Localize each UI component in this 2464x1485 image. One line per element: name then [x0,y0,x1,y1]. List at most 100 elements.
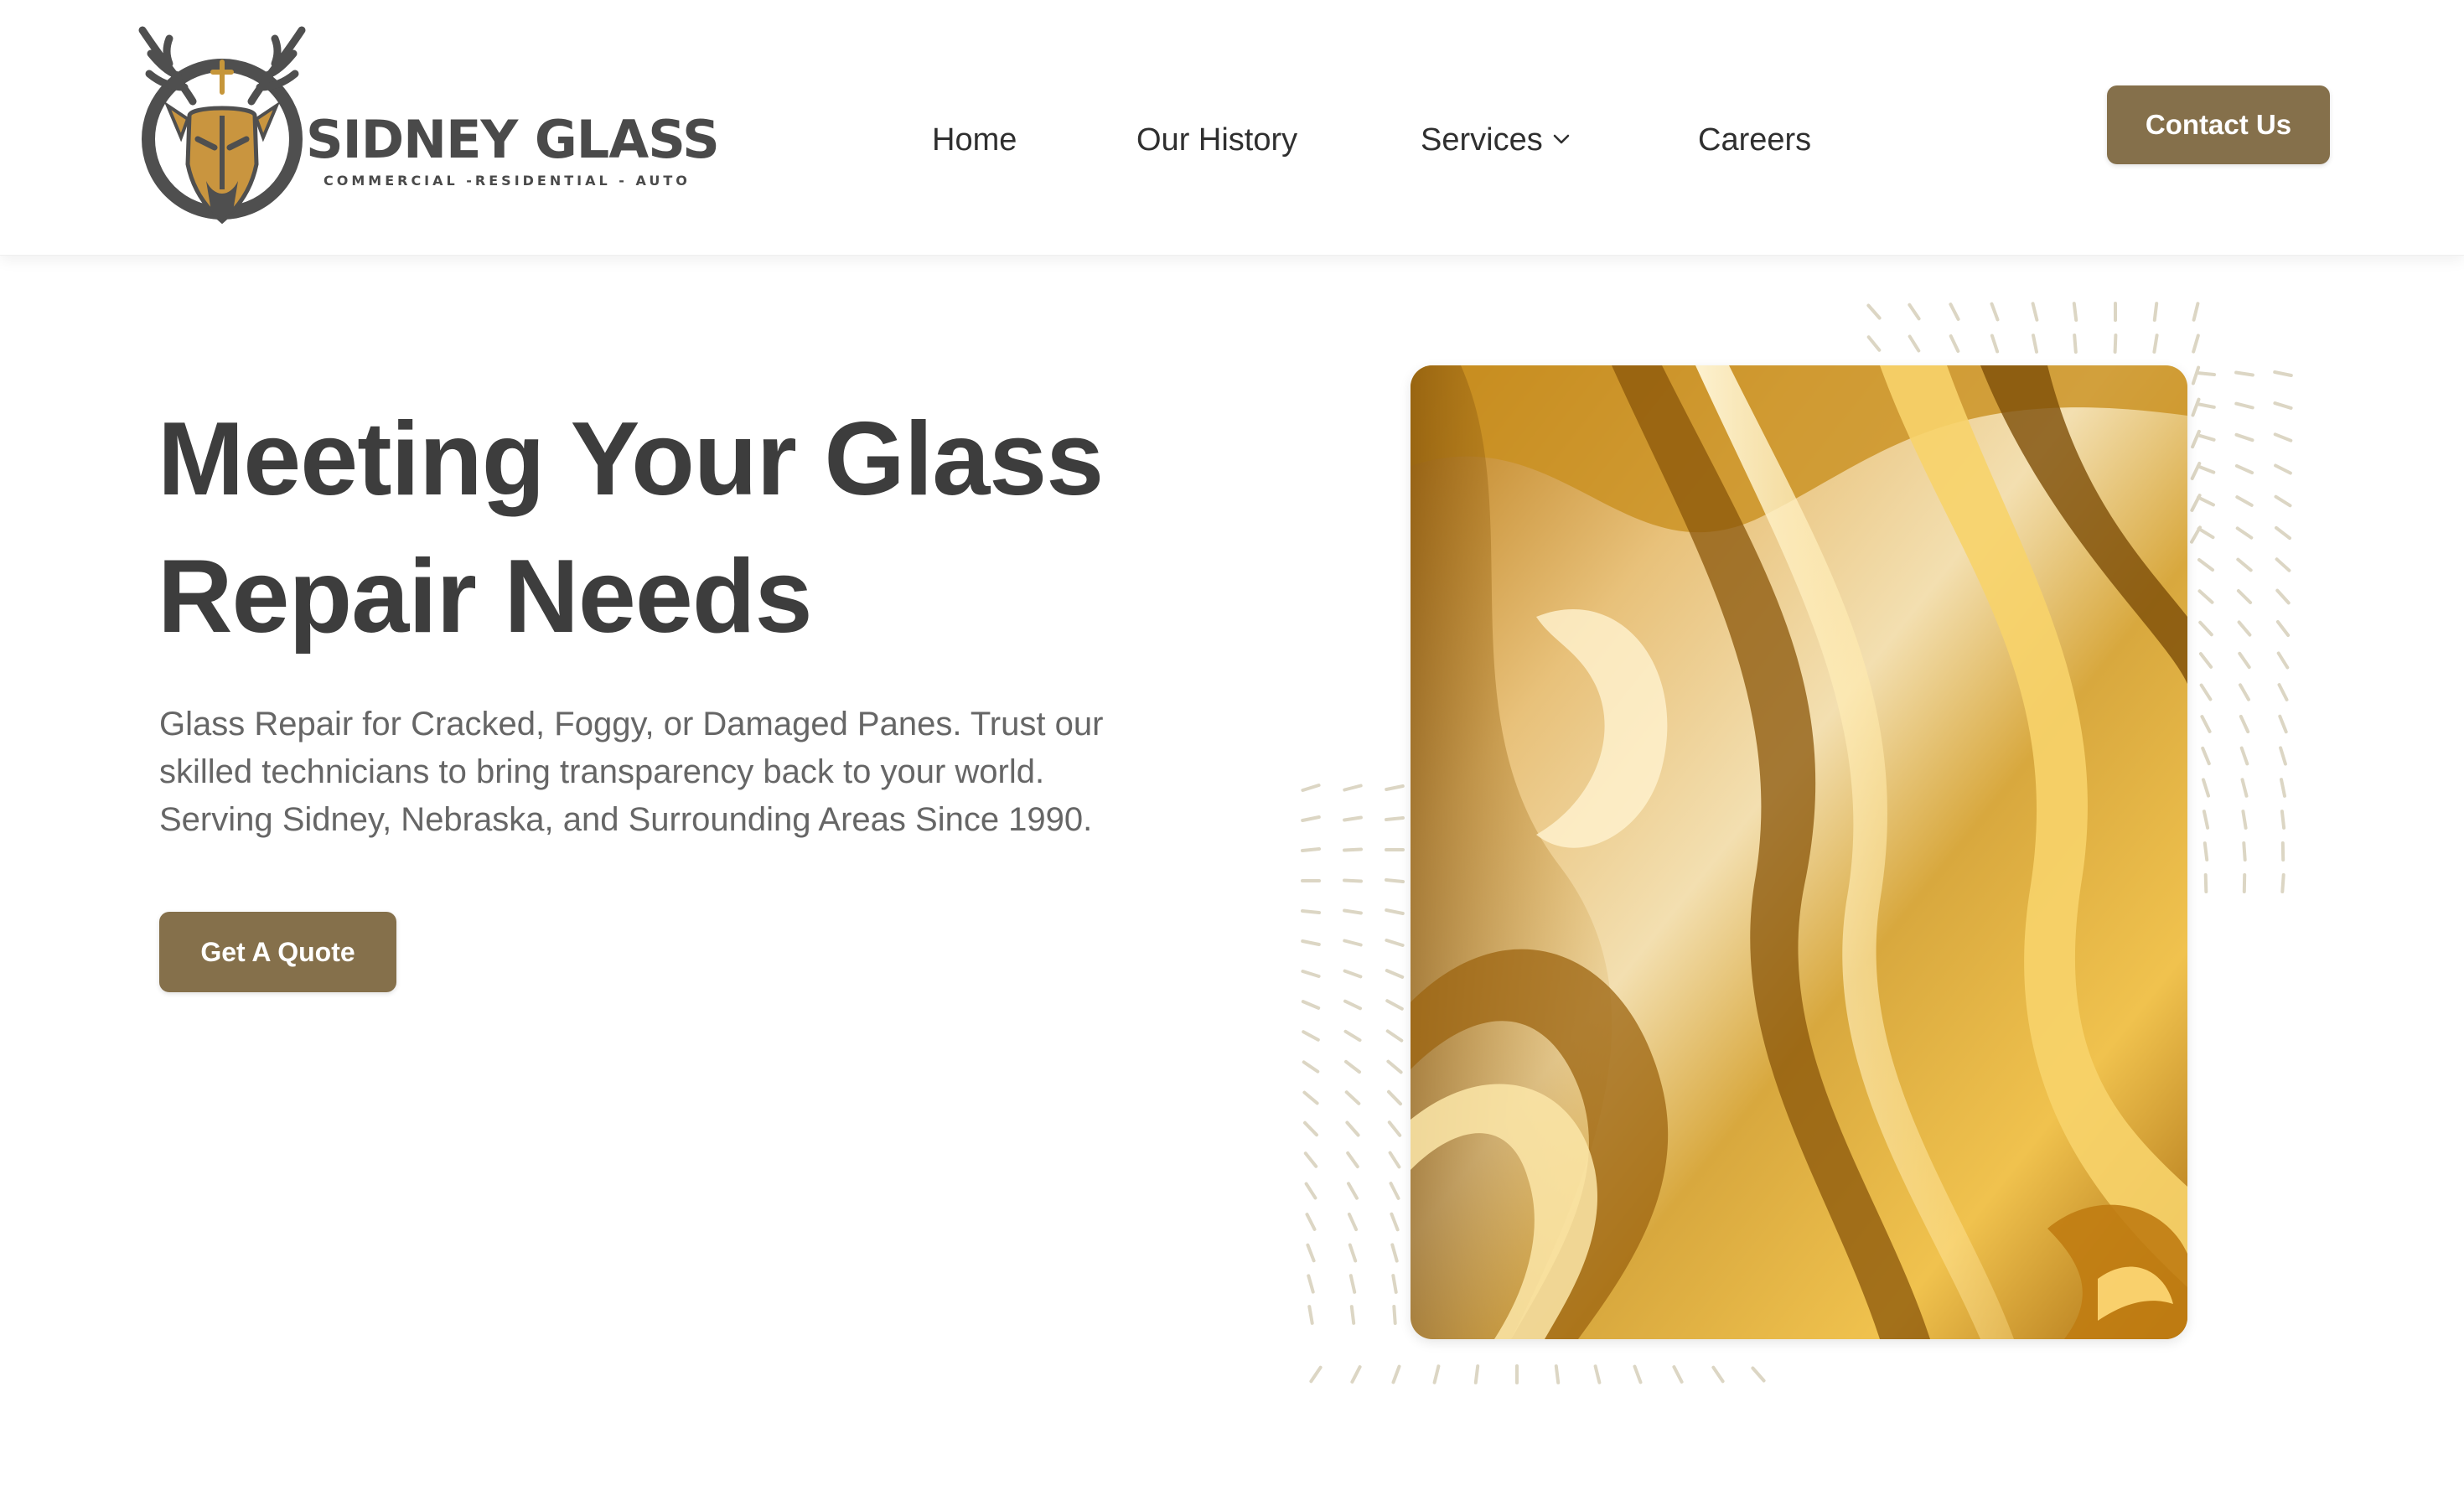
decorative-dash [2190,494,2202,512]
decorative-dash [1390,1212,1400,1232]
decorative-dash [1711,1365,1725,1384]
decorative-dash [1385,939,1405,947]
decorative-dash [2198,652,2213,669]
decorative-dash [2274,494,2292,508]
decorative-dash [1385,969,1405,979]
decorative-dash [2200,715,2212,733]
decorative-dash [1343,999,1362,1011]
decorative-dash [1990,302,2000,322]
decorative-dash [1303,1120,1318,1137]
chevron-down-icon [1553,134,1570,144]
decorative-dash [1344,1059,1361,1074]
decorative-dash [1343,939,1363,947]
decorative-dash [2192,302,2200,322]
decorative-dash [1301,784,1321,792]
decorative-dash [1347,1182,1359,1200]
hero-desc-line-1: Glass Repair for Cracked, Foggy, or Dama… [159,706,1104,742]
nav-careers[interactable]: Careers [1698,122,1811,158]
decorative-dash [2280,810,2286,830]
decorative-dash [2279,746,2287,766]
contact-us-button[interactable]: Contact Us [2107,85,2330,164]
decorative-dash [2273,401,2293,410]
decorative-dash [1473,1364,1480,1384]
decorative-dash [1350,1365,1362,1384]
decorative-dash [2203,873,2208,893]
decorative-dash [2032,334,2038,354]
decorative-dash [2239,746,2249,766]
gold-silk-image [1411,365,2187,1339]
decorative-dash [1301,815,1321,822]
nav-services[interactable]: Services [1421,122,1571,158]
decorative-dash [1385,878,1405,883]
decorative-dash [2202,810,2210,830]
decorative-dash [1348,1243,1358,1263]
decorative-dash [2073,334,2078,354]
get-a-quote-button[interactable]: Get A Quote [159,912,396,992]
decorative-dash [1385,999,1404,1011]
decorative-dash [1866,335,1882,352]
decorative-dash [1348,1274,1357,1294]
decorative-dash [2197,558,2214,572]
decorative-dash [1301,1000,1321,1010]
nav-our-history[interactable]: Our History [1136,122,1297,158]
hero-title: Meeting Your Glass Repair Needs [158,391,1331,665]
decorative-dash [2191,365,2201,385]
decorative-dash [1343,908,1363,915]
decorative-dash [2278,714,2288,734]
decorative-dash [1385,1029,1404,1043]
hero-title-line-1: Meeting Your Glass [158,401,1104,517]
decorative-dash [1633,1364,1643,1384]
decorative-dash [2234,401,2254,410]
decorative-dash [1304,1182,1317,1200]
decorative-dash [2196,371,2216,376]
decorative-dash [2196,433,2216,442]
decorative-dash [1301,847,1321,852]
decorative-dash [2239,714,2250,734]
decorative-dash [2190,462,2202,480]
decorative-dash [1343,815,1363,822]
decorative-dash [1349,1305,1356,1325]
decorative-dash [1343,1029,1362,1043]
decorative-dash [1305,1213,1317,1231]
decorative-dash [2199,683,2213,701]
decorative-dash [2280,778,2286,798]
decorative-dash [1307,1305,1314,1325]
decorative-dash [2234,370,2254,377]
decorative-dash [1303,1151,1318,1168]
decorative-dash [1990,334,2000,354]
hero-gold-texture-image [1411,365,2187,1339]
decorative-dash [1344,1090,1361,1105]
decorative-dash [1949,303,1960,321]
decorative-dash [1343,784,1363,792]
decorative-dash [1432,1364,1441,1384]
decorative-dash [2203,841,2209,862]
nav-home[interactable]: Home [932,122,1017,158]
decorative-dash [1593,1364,1602,1384]
decorative-dash [2275,588,2291,605]
hero-description: Glass Repair for Cracked, Foggy, or Dama… [159,701,1198,844]
decorative-dash [2072,302,2078,322]
decorative-dash [1347,1212,1359,1232]
decorative-dash [2113,334,2118,354]
decorative-dash [2273,370,2293,377]
nav-services-label: Services [1421,122,1543,158]
decorative-dash [1391,1274,1398,1294]
hero-desc-line-3: Serving Sidney, Nebraska, and Surroundin… [159,801,1093,838]
decorative-dash [2275,525,2291,541]
decorative-dash [2280,873,2285,893]
decorative-dash [2191,429,2201,449]
decorative-dash [1345,1120,1360,1137]
decorative-dash [2201,746,2211,766]
decorative-dash [2197,526,2215,540]
decorative-dash [2275,620,2291,637]
decorative-dash [1391,1364,1401,1384]
decorative-dash [1302,1030,1320,1042]
decorative-dash [1302,1090,1319,1105]
decorative-dash [2273,432,2293,442]
decorative-dash [2277,683,2289,701]
decorative-dash [2191,397,2201,417]
decorative-dash [1343,878,1363,883]
decorative-dash [2275,557,2291,572]
decorative-dash [2276,651,2290,670]
decorative-dash [1672,1365,1684,1384]
